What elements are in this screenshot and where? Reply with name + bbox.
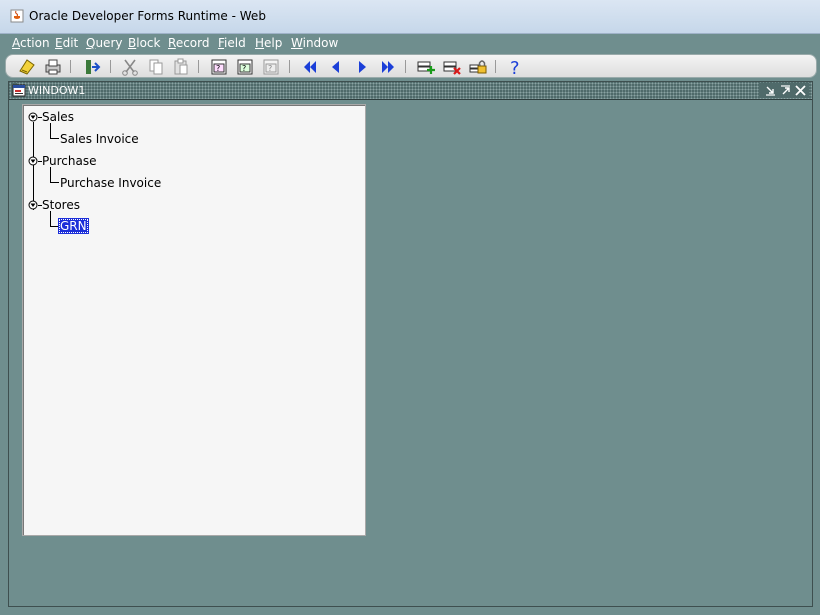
menu-window[interactable]: Window [291,36,338,50]
maximize-icon[interactable] [779,84,792,97]
execute-query-icon[interactable]: ? [235,57,255,77]
collapse-icon[interactable] [28,156,38,166]
next-block-icon[interactable] [378,57,398,77]
cancel-query-icon[interactable]: ? [261,57,281,77]
menu-record-label: ecord [175,36,210,50]
tree-node-grn[interactable]: GRN [58,218,89,234]
previous-record-icon[interactable] [326,57,346,77]
toolbar: ? ? ? ? [5,54,817,78]
close-icon[interactable] [794,84,807,97]
tree-connector [50,123,51,139]
form-window-icon [12,84,26,97]
tree-node-purchase[interactable]: Purchase [42,154,97,168]
menu-action[interactable]: Action [12,36,50,50]
menu-block[interactable]: Block [128,36,160,50]
paste-icon[interactable] [171,57,191,77]
tree-node-stores[interactable]: Stores [42,198,80,212]
toolbar-separator [289,60,290,73]
tree-view[interactable]: Sales Sales Invoice Purchase Purchase In… [22,104,366,536]
save-icon[interactable] [17,57,37,77]
tree-connector [50,211,51,227]
menu-block-label: lock [136,36,161,50]
menu-edit[interactable]: Edit [55,36,78,50]
enter-query-icon[interactable]: ? [209,57,229,77]
copy-icon[interactable] [146,57,166,77]
menu-edit-label: dit [62,36,79,50]
menu-bar: Action Edit Query Block Record Field Hel… [0,34,820,53]
svg-text:?: ? [242,64,246,73]
menu-help-label: elp [264,36,283,50]
tree-node-sales[interactable]: Sales [42,110,74,124]
mdi-controls [759,83,809,98]
print-icon[interactable] [43,57,63,77]
mdi-title-area: WINDOW1 [11,83,85,98]
minimize-icon[interactable] [764,84,777,97]
mdi-title: WINDOW1 [28,84,86,97]
previous-block-icon[interactable] [300,57,320,77]
tree-connector [50,182,59,183]
cut-icon[interactable] [120,57,140,77]
exit-icon[interactable] [82,57,102,77]
tree-node-purchase-invoice[interactable]: Purchase Invoice [60,176,161,190]
java-cup-icon [10,9,24,23]
svg-text:?: ? [216,64,220,73]
svg-text:?: ? [510,58,520,77]
tree-connector [50,138,59,139]
menu-field-label: ield [224,36,246,50]
toolbar-separator [198,60,199,73]
lock-record-icon[interactable] [468,57,488,77]
menu-window-mnemonic: W [291,36,303,50]
window-title: Oracle Developer Forms Runtime - Web [29,9,266,23]
tree-connector [50,226,58,227]
menu-record-mnemonic: R [168,36,176,50]
menu-field[interactable]: Field [218,36,246,50]
menu-query-label: uery [95,36,123,50]
toolbar-separator [495,60,496,73]
menu-help[interactable]: Help [255,36,282,50]
window-titlebar: Oracle Developer Forms Runtime - Web [0,0,820,34]
mdi-titlebar[interactable]: WINDOW1 [9,82,812,100]
toolbar-separator [110,60,111,73]
delete-record-icon[interactable] [442,57,462,77]
menu-edit-mnemonic: E [55,36,63,50]
tree-node-sales-invoice[interactable]: Sales Invoice [60,132,139,146]
tree-connector [33,122,34,210]
toolbar-separator [405,60,406,73]
menu-query[interactable]: Query [86,36,122,50]
svg-text:?: ? [268,64,272,73]
menu-action-label: ction [20,36,50,50]
collapse-icon[interactable] [28,200,38,210]
menu-action-mnemonic: A [12,36,20,50]
menu-block-mnemonic: B [128,36,137,50]
insert-record-icon[interactable] [416,57,436,77]
menu-window-label: indow [302,36,339,50]
tree-connector [50,167,51,183]
next-record-icon[interactable] [352,57,372,77]
collapse-icon[interactable] [28,112,38,122]
toolbar-separator [70,60,71,73]
help-icon[interactable]: ? [505,57,525,77]
menu-help-mnemonic: H [255,36,265,50]
menu-record[interactable]: Record [168,36,209,50]
